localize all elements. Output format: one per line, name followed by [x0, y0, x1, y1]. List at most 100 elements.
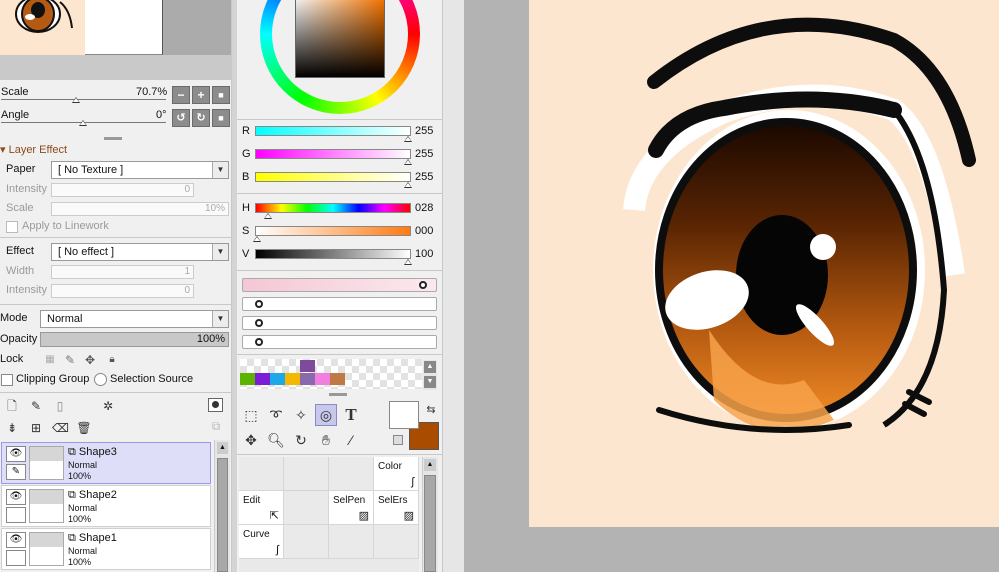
rotate-left-button[interactable]: ↺ [172, 109, 190, 127]
mixing-slider-knob[interactable] [255, 319, 263, 327]
effect-intensity-field[interactable]: 0 [51, 284, 194, 298]
b-slider[interactable] [255, 172, 411, 182]
scale-slider-handle[interactable] [72, 97, 80, 103]
curve-tool[interactable]: Curve ∫ [239, 525, 284, 559]
v-slider[interactable] [255, 249, 411, 259]
lock-paint-icon[interactable]: ✎ [62, 352, 78, 368]
empty-slot[interactable] [284, 457, 329, 491]
swatch[interactable] [330, 373, 345, 385]
blend-mode-dropdown[interactable]: Normal ▼ [40, 310, 229, 328]
paper-texture-dropdown[interactable]: [ No Texture ] ▼ [51, 161, 229, 179]
canvas-drawing[interactable] [464, 0, 999, 572]
h-slider-handle[interactable] [264, 213, 272, 219]
swap-colors-icon[interactable]: ⇆ [423, 402, 439, 418]
mixing-slider-knob[interactable] [255, 300, 263, 308]
v-slider-handle[interactable] [404, 259, 412, 265]
lock-move-icon[interactable]: ✥ [82, 352, 98, 368]
panel-splitter[interactable] [442, 0, 464, 572]
eye-icon[interactable]: 👁︎ [6, 489, 26, 505]
new-folder-icon[interactable]: ▯ [52, 398, 68, 414]
hand-tool-icon[interactable]: ✋︎ [315, 429, 337, 451]
eye-icon[interactable]: 👁︎ [6, 532, 26, 548]
opacity-slider[interactable]: 100% [40, 332, 229, 347]
scale-slider-track[interactable] [1, 99, 166, 100]
merge-down-icon[interactable]: ⊞ [28, 420, 44, 436]
edit-tool[interactable]: Edit ⇱ [239, 491, 284, 525]
move-tool-icon[interactable]: ✥ [240, 429, 262, 451]
pen-icon[interactable]: ✎ [6, 464, 26, 480]
navigator-thumbnail[interactable] [0, 0, 85, 55]
angle-slider-handle[interactable] [79, 120, 87, 126]
swatch[interactable] [300, 360, 315, 372]
layer-list-scrollbar[interactable]: ▲ [214, 440, 230, 572]
swatch-palette[interactable] [240, 359, 422, 389]
scroll-up-icon[interactable]: ▲ [217, 442, 228, 454]
texture-scale-field[interactable]: 10% [51, 202, 229, 216]
layer-mask-button[interactable] [208, 398, 223, 412]
layer-options-icon[interactable]: ✲ [100, 398, 116, 414]
lasso-icon[interactable]: ➰︎ [265, 404, 287, 426]
lock-all-icon[interactable]: 🔒︎ [104, 352, 120, 368]
g-slider-handle[interactable] [404, 159, 412, 165]
empty-slot[interactable] [329, 457, 374, 491]
tool-grid-scroll-thumb[interactable] [424, 475, 436, 572]
saturation-value-square[interactable] [295, 0, 385, 78]
rotate-reset-button[interactable]: ■ [212, 109, 230, 127]
swatch[interactable] [315, 373, 330, 385]
pen-slot[interactable] [6, 507, 26, 523]
reset-colors-icon[interactable] [393, 435, 403, 445]
scroll-up-icon[interactable]: ▲ [424, 361, 436, 373]
color-brush[interactable]: Color ʃ [374, 457, 419, 491]
panel-grip[interactable] [104, 137, 122, 140]
swatch[interactable] [285, 373, 300, 385]
transfer-down-icon[interactable]: ⇟ [4, 420, 20, 436]
effect-dropdown[interactable]: [ No effect ] ▼ [51, 243, 229, 261]
magic-wand-icon[interactable]: ✧ [290, 404, 312, 426]
foreground-color-swatch[interactable] [389, 401, 419, 429]
new-layer-icon[interactable]: 🗋︎ [4, 398, 20, 414]
scroll-up-icon[interactable]: ▲ [424, 459, 436, 471]
eye-icon[interactable]: 👁︎ [6, 446, 26, 462]
b-slider-handle[interactable] [404, 182, 412, 188]
selpen-tool[interactable]: SelPen ▨ [329, 491, 374, 525]
g-slider[interactable] [255, 149, 411, 159]
rotate-tool-icon[interactable]: ↻ [290, 429, 312, 451]
clipping-group-checkbox[interactable] [1, 374, 13, 386]
rotate-right-button[interactable]: ↻ [192, 109, 210, 127]
width-field[interactable]: 1 [51, 265, 194, 279]
empty-slot[interactable] [284, 525, 329, 559]
tool-grid-scrollbar[interactable]: ▲ [422, 457, 438, 572]
r-slider[interactable] [255, 126, 411, 136]
layer-list-scroll-thumb[interactable] [217, 458, 228, 572]
empty-slot[interactable] [284, 491, 329, 525]
panel-grip[interactable] [329, 393, 347, 396]
layer-effect-header[interactable]: ▾ Layer Effect [0, 143, 67, 156]
trash-icon[interactable]: 🗑︎ [76, 420, 92, 436]
mixing-slider-3[interactable] [242, 316, 437, 330]
selection-source-radio[interactable] [94, 373, 107, 386]
empty-slot[interactable] [374, 525, 419, 559]
zoom-in-button[interactable]: + [192, 86, 210, 104]
navigator-panel[interactable] [0, 0, 231, 80]
pen-slot[interactable] [6, 550, 26, 566]
swatch-scrollbar[interactable]: ▲ ▼ [423, 360, 437, 390]
h-slider[interactable] [255, 203, 411, 213]
zoom-reset-button[interactable]: ■ [212, 86, 230, 104]
new-linework-layer-icon[interactable]: ✎ [28, 398, 44, 414]
intensity-field[interactable]: 0 [51, 183, 194, 197]
scroll-down-icon[interactable]: ▼ [424, 376, 436, 388]
swatch[interactable] [240, 373, 255, 385]
layer-row[interactable]: 👁︎ ⧉ Shape1 Normal 100% [1, 528, 211, 570]
eyedropper-icon[interactable]: ⁄ [340, 429, 362, 451]
layer-row[interactable]: 👁︎ ✎ ⧉ Shape3 Normal 100% [1, 442, 211, 484]
lock-transparency-icon[interactable]: ▦ [42, 352, 58, 368]
r-slider-handle[interactable] [404, 136, 412, 142]
canvas-area[interactable] [464, 0, 999, 572]
zoom-out-button[interactable]: − [172, 86, 190, 104]
mixing-slider-2[interactable] [242, 297, 437, 311]
s-slider-handle[interactable] [253, 236, 261, 242]
empty-slot[interactable] [239, 457, 284, 491]
selers-tool[interactable]: SelErs ▨ [374, 491, 419, 525]
zoom-tool-icon[interactable]: 🔍︎ [265, 429, 287, 451]
text-tool-icon[interactable]: T [340, 404, 362, 426]
